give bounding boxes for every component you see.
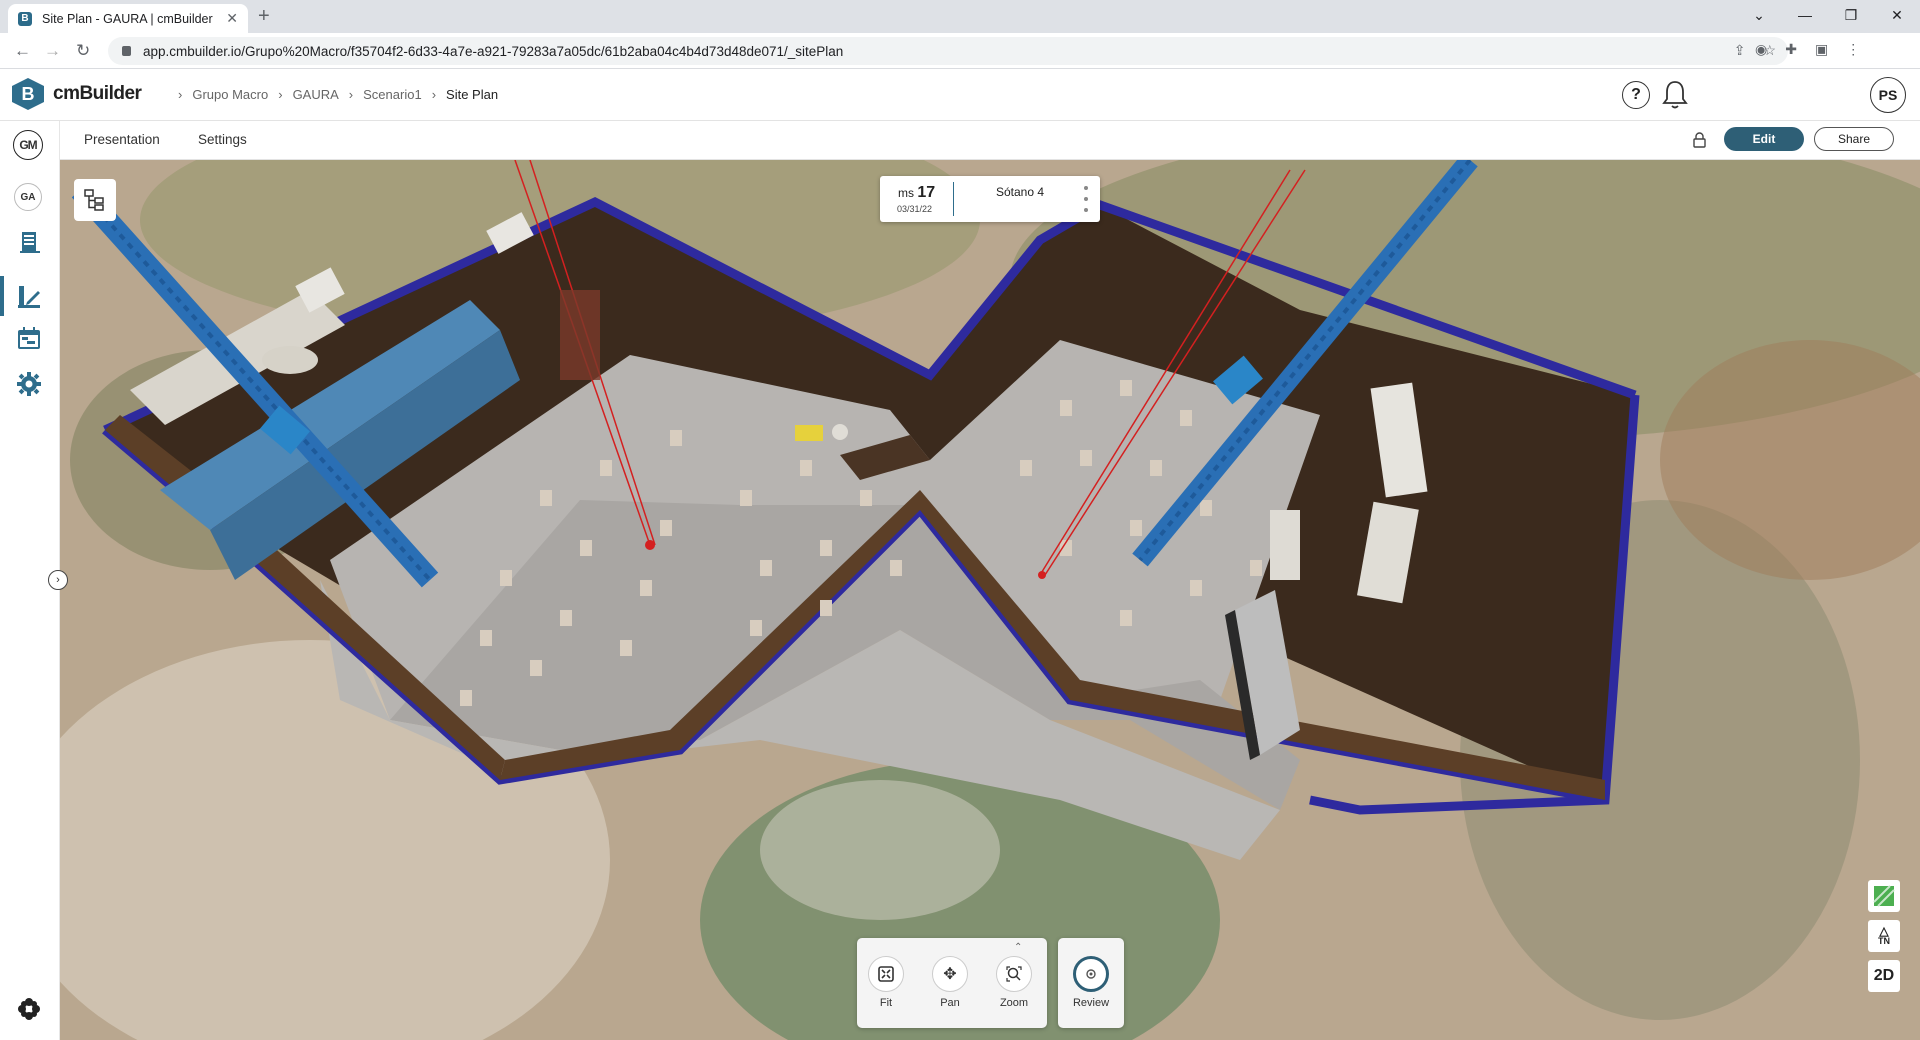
puzzle-icon[interactable]: ✚	[1785, 41, 1797, 58]
view-mode-toggle[interactable]: 2D	[1868, 960, 1900, 992]
layer-tree-button[interactable]	[74, 179, 116, 221]
milestone-selector[interactable]: ms 17 03/31/22 Sótano 4	[880, 176, 1100, 222]
review-button[interactable]: Review	[1066, 956, 1116, 1009]
help-icon[interactable]: ?	[1622, 81, 1650, 109]
review-control: Review	[1058, 938, 1124, 1028]
breadcrumb: › Grupo Macro › GAURA › Scenario1 › Site…	[168, 87, 498, 102]
window-controls: ⌄ — ❐ ✕	[1736, 0, 1920, 33]
building-icon[interactable]	[11, 224, 47, 260]
chevron-up-icon[interactable]: ⌃	[1014, 942, 1022, 953]
pan-label: Pan	[940, 997, 960, 1009]
minimize-icon[interactable]: —	[1782, 0, 1828, 30]
sidepanel-icon[interactable]: ▣	[1815, 41, 1828, 58]
lock-toggle-icon[interactable]	[1693, 132, 1706, 148]
chevron-right-icon: ›	[178, 87, 183, 102]
more-options-icon[interactable]	[1084, 186, 1088, 212]
schedule-icon[interactable]	[11, 321, 47, 357]
navigation-controls: ⌃ Fit ✥ Pan Zoom	[857, 938, 1047, 1028]
chevron-right-icon: ›	[431, 87, 437, 102]
breadcrumb-project[interactable]: GAURA	[293, 87, 339, 102]
cmbuilder-logo[interactable]: B cmBuilder	[12, 78, 142, 110]
zoom-label: Zoom	[999, 997, 1029, 1009]
settings-icon[interactable]	[11, 366, 47, 402]
map-layer-button[interactable]	[1868, 880, 1900, 912]
site-plan-3d-viewport[interactable]: ms 17 03/31/22 Sótano 4 ⌃ Fit ✥ Pan Zoom	[60, 160, 1920, 1040]
project-switcher[interactable]: GA	[14, 183, 42, 211]
breadcrumb-current: Site Plan	[446, 87, 499, 102]
chevron-right-icon: ›	[278, 87, 283, 102]
edit-plan-icon[interactable]	[11, 279, 47, 315]
org-switcher[interactable]: GM	[13, 130, 43, 160]
pan-icon: ✥	[932, 956, 968, 992]
brand-name: cmBuilder	[53, 83, 142, 104]
logo-icon: B	[12, 78, 44, 110]
share-button[interactable]: Share	[1814, 127, 1894, 151]
true-north-label: TN	[1878, 936, 1890, 946]
site-scene	[60, 160, 1920, 1040]
expand-sidebar-icon[interactable]: ›	[48, 570, 68, 590]
share-page-icon[interactable]: ⇪	[1734, 42, 1746, 59]
chevron-right-icon: ›	[348, 87, 354, 102]
tab-search-icon[interactable]: ⌄	[1736, 0, 1782, 30]
user-avatar[interactable]: PS	[1870, 77, 1906, 113]
excavator	[795, 425, 823, 441]
lock-icon	[122, 46, 131, 56]
fit-icon	[868, 956, 904, 992]
level-name: Sótano 4	[996, 185, 1045, 199]
active-indicator	[0, 276, 4, 316]
menu-dots-icon[interactable]: ⋮	[1846, 41, 1860, 58]
notification-bell-icon[interactable]	[1662, 79, 1688, 111]
back-icon[interactable]: ←	[14, 41, 31, 61]
favicon-icon: B	[18, 11, 32, 26]
edit-button[interactable]: Edit	[1724, 127, 1804, 151]
zoom-button[interactable]: Zoom	[989, 956, 1039, 1009]
fit-button[interactable]: Fit	[861, 956, 911, 1009]
url-field[interactable]: app.cmbuilder.io/Grupo%20Macro/f35704f2-…	[108, 37, 1788, 65]
map-icon	[1873, 885, 1895, 907]
restore-icon[interactable]: ❐	[1828, 0, 1874, 30]
tab-presentation[interactable]: Presentation	[84, 132, 160, 147]
true-north-button[interactable]: △ TN	[1868, 920, 1900, 952]
north-arrow-icon: △	[1879, 924, 1889, 938]
zoom-icon	[996, 956, 1032, 992]
apps-flower-icon[interactable]	[11, 991, 47, 1027]
forward-icon[interactable]: →	[44, 41, 61, 61]
browser-tab-bar: B Site Plan - GAURA | cmBuilder ✕ + ⌄ — …	[0, 0, 1920, 33]
fit-label: Fit	[879, 997, 893, 1009]
extension-icon[interactable]: ◉	[1755, 41, 1767, 58]
app-header: B cmBuilder › Grupo Macro › GAURA › Scen…	[0, 69, 1920, 121]
tab-title: Site Plan - GAURA | cmBuilder	[42, 11, 213, 26]
hierarchy-icon	[84, 189, 104, 211]
breadcrumb-scenario[interactable]: Scenario1	[363, 87, 422, 102]
milestone-date: 03/31/22	[897, 204, 933, 214]
page-toolbar: Presentation Settings Edit Share	[60, 121, 1920, 160]
review-label: Review	[1072, 997, 1110, 1009]
url-text: app.cmbuilder.io/Grupo%20Macro/f35704f2-…	[143, 43, 844, 59]
browser-tab[interactable]: B Site Plan - GAURA | cmBuilder ✕	[8, 4, 248, 33]
close-window-icon[interactable]: ✕	[1874, 0, 1920, 30]
close-tab-icon[interactable]: ✕	[226, 10, 238, 27]
milestone-prefix: ms	[898, 186, 914, 200]
new-tab-button[interactable]: +	[258, 5, 270, 28]
breadcrumb-org[interactable]: Grupo Macro	[192, 87, 268, 102]
milestone-label: ms 17	[898, 184, 935, 202]
pan-button[interactable]: ✥ Pan	[925, 956, 975, 1009]
browser-address-bar: ← → ↻ app.cmbuilder.io/Grupo%20Macro/f35…	[0, 33, 1920, 69]
tab-settings[interactable]: Settings	[198, 132, 247, 147]
review-icon	[1073, 956, 1109, 992]
reload-icon[interactable]: ↻	[76, 41, 90, 61]
divider	[953, 182, 954, 216]
milestone-number: 17	[917, 184, 936, 201]
